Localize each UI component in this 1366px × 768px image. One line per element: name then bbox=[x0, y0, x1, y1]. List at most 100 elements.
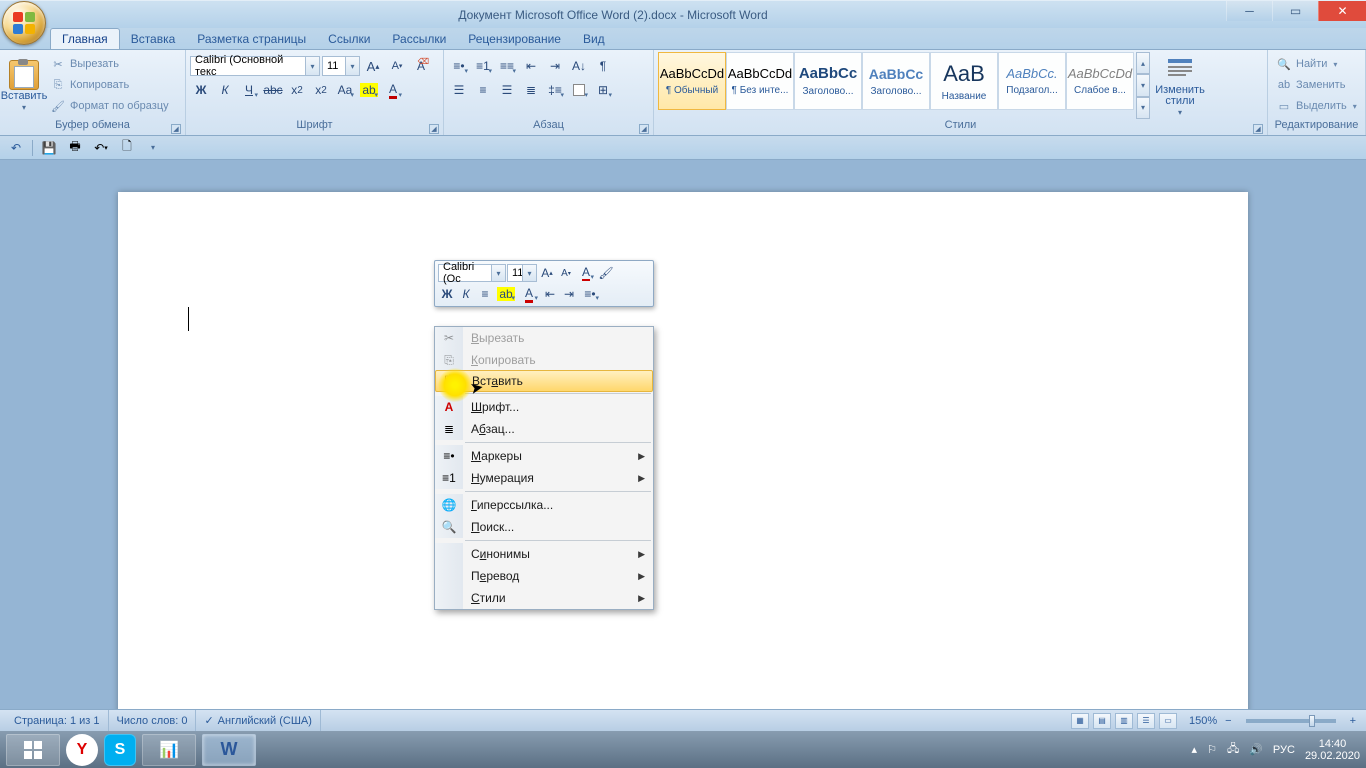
document-page[interactable] bbox=[118, 192, 1248, 709]
tab-home[interactable]: Главная bbox=[50, 28, 120, 49]
ctx-hyperlink[interactable]: 🌐Гиперссылка... bbox=[435, 494, 653, 516]
ctx-paragraph[interactable]: ≣Абзац... bbox=[435, 418, 653, 440]
qat-undo2-button[interactable]: ↶▾ bbox=[91, 138, 111, 158]
copy-button[interactable]: ⎘Копировать bbox=[46, 75, 173, 95]
gallery-more-button[interactable]: ▾ bbox=[1136, 97, 1150, 119]
tray-clock[interactable]: 14:40 29.02.2020 bbox=[1305, 738, 1360, 762]
status-page[interactable]: Страница: 1 из 1 bbox=[6, 710, 109, 731]
zoom-in-button[interactable]: + bbox=[1346, 715, 1360, 727]
taskbar-word[interactable]: W bbox=[202, 734, 256, 766]
paragraph-dialog-launcher[interactable]: ◢ bbox=[639, 124, 649, 134]
align-left-button[interactable]: ☰ bbox=[448, 80, 470, 100]
tab-view[interactable]: Вид bbox=[572, 29, 616, 49]
shrink-font-button[interactable]: A▾ bbox=[386, 56, 408, 76]
ctx-lookup[interactable]: 🔍Поиск... bbox=[435, 516, 653, 538]
view-print-layout[interactable]: ▦ bbox=[1071, 713, 1089, 729]
mini-dec-indent[interactable]: ⇤ bbox=[541, 285, 559, 303]
mini-styles[interactable]: A bbox=[576, 264, 596, 282]
close-button[interactable]: ✕ bbox=[1318, 1, 1366, 21]
qat-save-button[interactable]: 💾 bbox=[39, 138, 59, 158]
tab-mailings[interactable]: Рассылки bbox=[381, 29, 457, 49]
ctx-font[interactable]: AШрифт... bbox=[435, 396, 653, 418]
align-center-button[interactable]: ≡ bbox=[472, 80, 494, 100]
tray-language[interactable]: РУС bbox=[1273, 744, 1295, 756]
paste-button[interactable]: Вставить ▾ bbox=[4, 52, 44, 119]
maximize-button[interactable]: ▭ bbox=[1272, 1, 1318, 21]
clipboard-dialog-launcher[interactable]: ◢ bbox=[171, 124, 181, 134]
font-dialog-launcher[interactable]: ◢ bbox=[429, 124, 439, 134]
tab-references[interactable]: Ссылки bbox=[317, 29, 381, 49]
ctx-paste[interactable]: 📋Вставить bbox=[435, 370, 653, 392]
mini-shrink-font[interactable]: A▾ bbox=[557, 264, 575, 282]
taskbar-skype[interactable]: S bbox=[104, 734, 136, 766]
tray-flag-icon[interactable]: ⚐ bbox=[1207, 743, 1217, 756]
ctx-styles[interactable]: Стили▶ bbox=[435, 587, 653, 609]
gallery-up-button[interactable]: ▴ bbox=[1136, 52, 1150, 74]
tab-page-layout[interactable]: Разметка страницы bbox=[186, 29, 317, 49]
grow-font-button[interactable]: A▴ bbox=[362, 56, 384, 76]
tray-network-icon[interactable]: 🖧 bbox=[1227, 740, 1239, 759]
shading-button[interactable] bbox=[568, 80, 590, 100]
start-button[interactable] bbox=[6, 734, 60, 766]
mini-format-painter[interactable]: 🖌 bbox=[597, 264, 615, 282]
cut-button[interactable]: ✂Вырезать bbox=[46, 54, 173, 74]
style-item[interactable]: AaBbCcDd¶ Без инте... bbox=[726, 52, 794, 110]
tray-up-icon[interactable]: ▴ bbox=[1192, 743, 1198, 756]
mini-bullets[interactable]: ≡• bbox=[579, 285, 601, 303]
ctx-cut[interactable]: ✂Вырезать bbox=[435, 327, 653, 349]
view-outline[interactable]: ☰ bbox=[1137, 713, 1155, 729]
gallery-down-button[interactable]: ▾ bbox=[1136, 74, 1150, 96]
mini-highlight[interactable]: ab bbox=[495, 285, 517, 303]
font-size-combo[interactable]: 11▾ bbox=[322, 56, 360, 76]
highlight-button[interactable]: ab bbox=[358, 80, 380, 100]
zoom-slider[interactable] bbox=[1246, 719, 1336, 723]
mini-inc-indent[interactable]: ⇥ bbox=[560, 285, 578, 303]
change-case-button[interactable]: Aa bbox=[334, 80, 356, 100]
zoom-level[interactable]: 150% bbox=[1189, 715, 1217, 727]
underline-button[interactable]: Ч bbox=[238, 80, 260, 100]
clear-formatting-button[interactable]: A⌫ bbox=[410, 56, 432, 76]
font-color-button[interactable]: A bbox=[382, 80, 404, 100]
replace-button[interactable]: abЗаменить bbox=[1272, 75, 1361, 95]
style-item[interactable]: AaBbCcЗаголово... bbox=[794, 52, 862, 110]
justify-button[interactable]: ≣ bbox=[520, 80, 542, 100]
office-button[interactable] bbox=[2, 1, 46, 45]
change-styles-button[interactable]: Изменить стили ▾ bbox=[1152, 52, 1208, 119]
style-item[interactable]: AaBbCcЗаголово... bbox=[862, 52, 930, 110]
numbering-button[interactable]: ≡1 bbox=[472, 56, 494, 76]
line-spacing-button[interactable]: ‡≡ bbox=[544, 80, 566, 100]
bold-button[interactable]: Ж bbox=[190, 80, 212, 100]
view-web-layout[interactable]: ▥ bbox=[1115, 713, 1133, 729]
mini-italic[interactable]: К bbox=[457, 285, 475, 303]
increase-indent-button[interactable]: ⇥ bbox=[544, 56, 566, 76]
mini-font-color[interactable]: A bbox=[518, 285, 540, 303]
mini-center[interactable]: ≡ bbox=[476, 285, 494, 303]
find-button[interactable]: 🔍Найти▾ bbox=[1272, 54, 1361, 74]
minimize-button[interactable]: ─ bbox=[1226, 1, 1272, 21]
status-words[interactable]: Число слов: 0 bbox=[109, 710, 197, 731]
strikethrough-button[interactable]: abc bbox=[262, 80, 284, 100]
ctx-bullets[interactable]: ≡•Маркеры▶ bbox=[435, 445, 653, 467]
style-item[interactable]: AaBbCcDdСлабое в... bbox=[1066, 52, 1134, 110]
mini-font-combo[interactable]: Calibri (Ос▾ bbox=[438, 264, 506, 282]
qat-new-button[interactable]: 🗋 bbox=[117, 138, 137, 158]
ctx-numbering[interactable]: ≡1Нумерация▶ bbox=[435, 467, 653, 489]
style-item[interactable]: AaBbCc.Подзагол... bbox=[998, 52, 1066, 110]
font-name-combo[interactable]: Calibri (Основной текс▾ bbox=[190, 56, 320, 76]
ctx-synonyms[interactable]: Синонимы▶ bbox=[435, 543, 653, 565]
mini-bold[interactable]: Ж bbox=[438, 285, 456, 303]
tab-insert[interactable]: Вставка bbox=[120, 29, 187, 49]
style-item[interactable]: AaBbCcDd¶ Обычный bbox=[658, 52, 726, 110]
status-language[interactable]: ✓Английский (США) bbox=[196, 710, 320, 731]
ctx-translate[interactable]: Перевод▶ bbox=[435, 565, 653, 587]
sort-button[interactable]: A↓ bbox=[568, 56, 590, 76]
tab-review[interactable]: Рецензирование bbox=[457, 29, 572, 49]
zoom-out-button[interactable]: − bbox=[1221, 715, 1235, 727]
multilevel-list-button[interactable]: ≡≡ bbox=[496, 56, 518, 76]
mini-size-combo[interactable]: 11▾ bbox=[507, 264, 537, 282]
bullets-button[interactable]: ≡• bbox=[448, 56, 470, 76]
tray-volume-icon[interactable]: 🔊 bbox=[1249, 743, 1263, 756]
styles-dialog-launcher[interactable]: ◢ bbox=[1253, 124, 1263, 134]
view-full-screen[interactable]: ▤ bbox=[1093, 713, 1111, 729]
qat-customize-button[interactable]: ▾ bbox=[143, 138, 163, 158]
